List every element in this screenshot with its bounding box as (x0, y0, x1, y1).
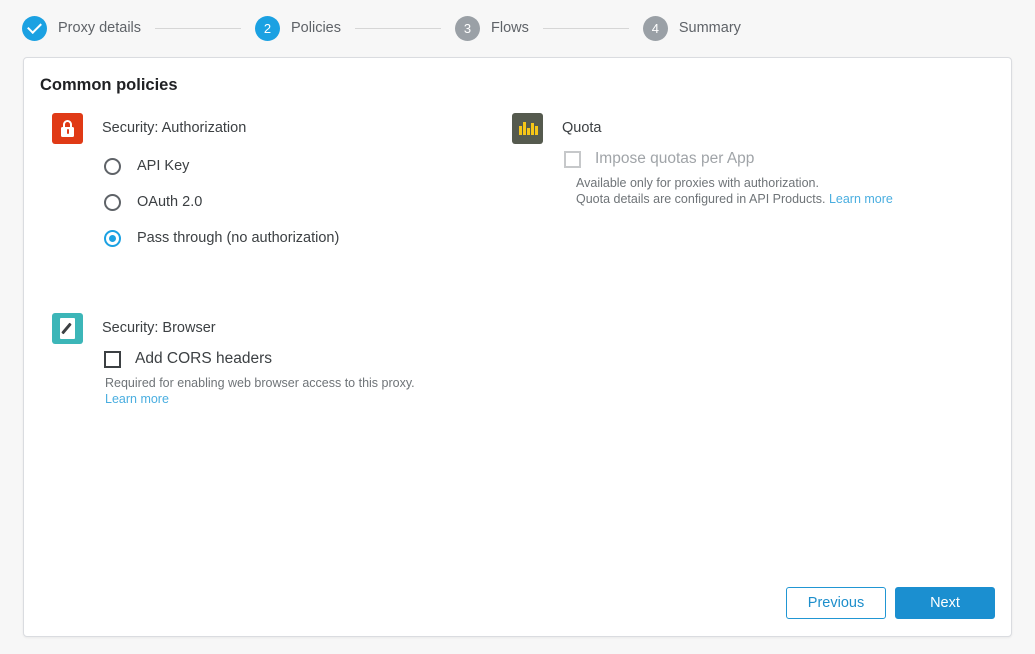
step-connector-2 (355, 28, 441, 29)
radio-label-pass-through: Pass through (no authorization) (137, 230, 339, 246)
common-policies-card: Common policies Security: Authorization … (23, 57, 1012, 637)
policies-left-column: Security: Authorization API Key OAuth 2.… (24, 113, 484, 407)
previous-button[interactable]: Previous (786, 587, 886, 619)
quota-bars-icon (512, 113, 543, 144)
radio-icon-pass-through[interactable] (104, 230, 121, 247)
radio-option-api-key[interactable]: API Key (102, 148, 484, 184)
next-button[interactable]: Next (895, 587, 995, 619)
help-text-browser-line1: Required for enabling web browser access… (105, 375, 484, 391)
policy-security-authorization: Security: Authorization API Key OAuth 2.… (52, 113, 484, 256)
step-label-policies: Policies (291, 20, 341, 36)
step-label-summary: Summary (679, 20, 741, 36)
checkbox-label-impose-quotas: Impose quotas per App (595, 150, 754, 168)
policies-right-column: Quota Impose quotas per App Available on… (484, 113, 944, 407)
step-number-4: 4 (643, 16, 668, 41)
policy-security-browser: Security: Browser Add CORS headers Requi… (52, 313, 484, 407)
help-text-quota-line2-wrap: Quota details are configured in API Prod… (576, 191, 944, 207)
step-connector-3 (543, 28, 629, 29)
card-footer: Previous Next (786, 587, 995, 619)
policy-heading-quota: Quota (562, 113, 944, 144)
radio-option-oauth[interactable]: OAuth 2.0 (102, 184, 484, 220)
page-title: Common policies (40, 76, 178, 95)
checkbox-add-cors-headers[interactable]: Add CORS headers (102, 350, 484, 368)
radio-option-pass-through[interactable]: Pass through (no authorization) (102, 220, 484, 256)
step-policies[interactable]: 2 Policies (255, 16, 341, 41)
lock-icon (52, 113, 83, 144)
step-summary[interactable]: 4 Summary (643, 16, 741, 41)
help-text-quota-line2: Quota details are configured in API Prod… (576, 192, 825, 206)
radio-icon-api-key[interactable] (104, 158, 121, 175)
policy-heading-browser: Security: Browser (102, 313, 484, 344)
policy-heading-authorization: Security: Authorization (102, 113, 484, 144)
policies-columns: Security: Authorization API Key OAuth 2.… (24, 113, 1011, 407)
check-icon (22, 16, 47, 41)
learn-more-link-quota[interactable]: Learn more (829, 192, 893, 206)
checkbox-icon-impose-quotas (564, 151, 581, 168)
help-text-browser: Required for enabling web browser access… (102, 375, 484, 407)
step-number-2: 2 (255, 16, 280, 41)
help-text-quota-line1: Available only for proxies with authoriz… (576, 175, 944, 191)
radio-label-api-key: API Key (137, 158, 189, 174)
radio-label-oauth: OAuth 2.0 (137, 194, 202, 210)
checkbox-impose-quotas: Impose quotas per App (562, 150, 944, 168)
step-proxy-details[interactable]: Proxy details (22, 16, 141, 41)
help-text-quota: Available only for proxies with authoriz… (562, 175, 944, 207)
policy-quota: Quota Impose quotas per App Available on… (512, 113, 944, 207)
step-number-3: 3 (455, 16, 480, 41)
pencil-icon (52, 313, 83, 344)
step-flows[interactable]: 3 Flows (455, 16, 529, 41)
step-connector-1 (155, 28, 241, 29)
learn-more-link-browser[interactable]: Learn more (105, 392, 169, 406)
wizard-stepper: Proxy details 2 Policies 3 Flows 4 Summa… (0, 0, 1035, 56)
checkbox-icon-add-cors-headers[interactable] (104, 351, 121, 368)
step-label-proxy-details: Proxy details (58, 20, 141, 36)
radio-icon-oauth[interactable] (104, 194, 121, 211)
checkbox-label-add-cors-headers: Add CORS headers (135, 350, 272, 368)
step-label-flows: Flows (491, 20, 529, 36)
